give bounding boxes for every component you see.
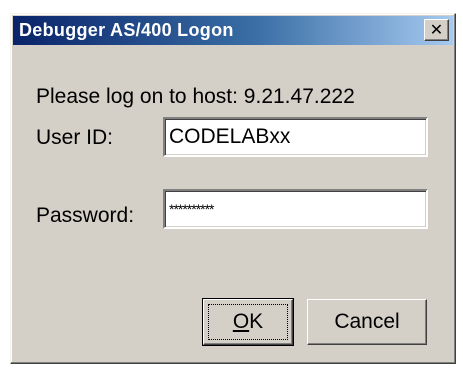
- password-field[interactable]: [163, 189, 428, 229]
- host-prompt: Please log on to host: 9.21.47.222: [36, 85, 355, 108]
- cancel-button-label: Cancel: [334, 310, 400, 333]
- password-label: Password:: [36, 204, 135, 227]
- user-id-label: User ID:: [36, 126, 114, 149]
- ok-mnemonic: O: [232, 310, 250, 333]
- window-title: Debugger AS/400 Logon: [19, 20, 234, 40]
- ok-label-rest: K: [249, 310, 264, 333]
- close-button[interactable]: ✕: [424, 19, 449, 41]
- user-id-field[interactable]: [163, 117, 428, 157]
- close-icon: ✕: [429, 20, 444, 39]
- ok-button[interactable]: OK: [202, 298, 294, 346]
- cancel-button[interactable]: Cancel: [307, 299, 427, 345]
- logon-dialog: Debugger AS/400 Logon ✕ Please log on to…: [10, 13, 456, 364]
- ok-button-label: OK: [233, 310, 263, 334]
- title-bar[interactable]: Debugger AS/400 Logon ✕: [13, 16, 453, 45]
